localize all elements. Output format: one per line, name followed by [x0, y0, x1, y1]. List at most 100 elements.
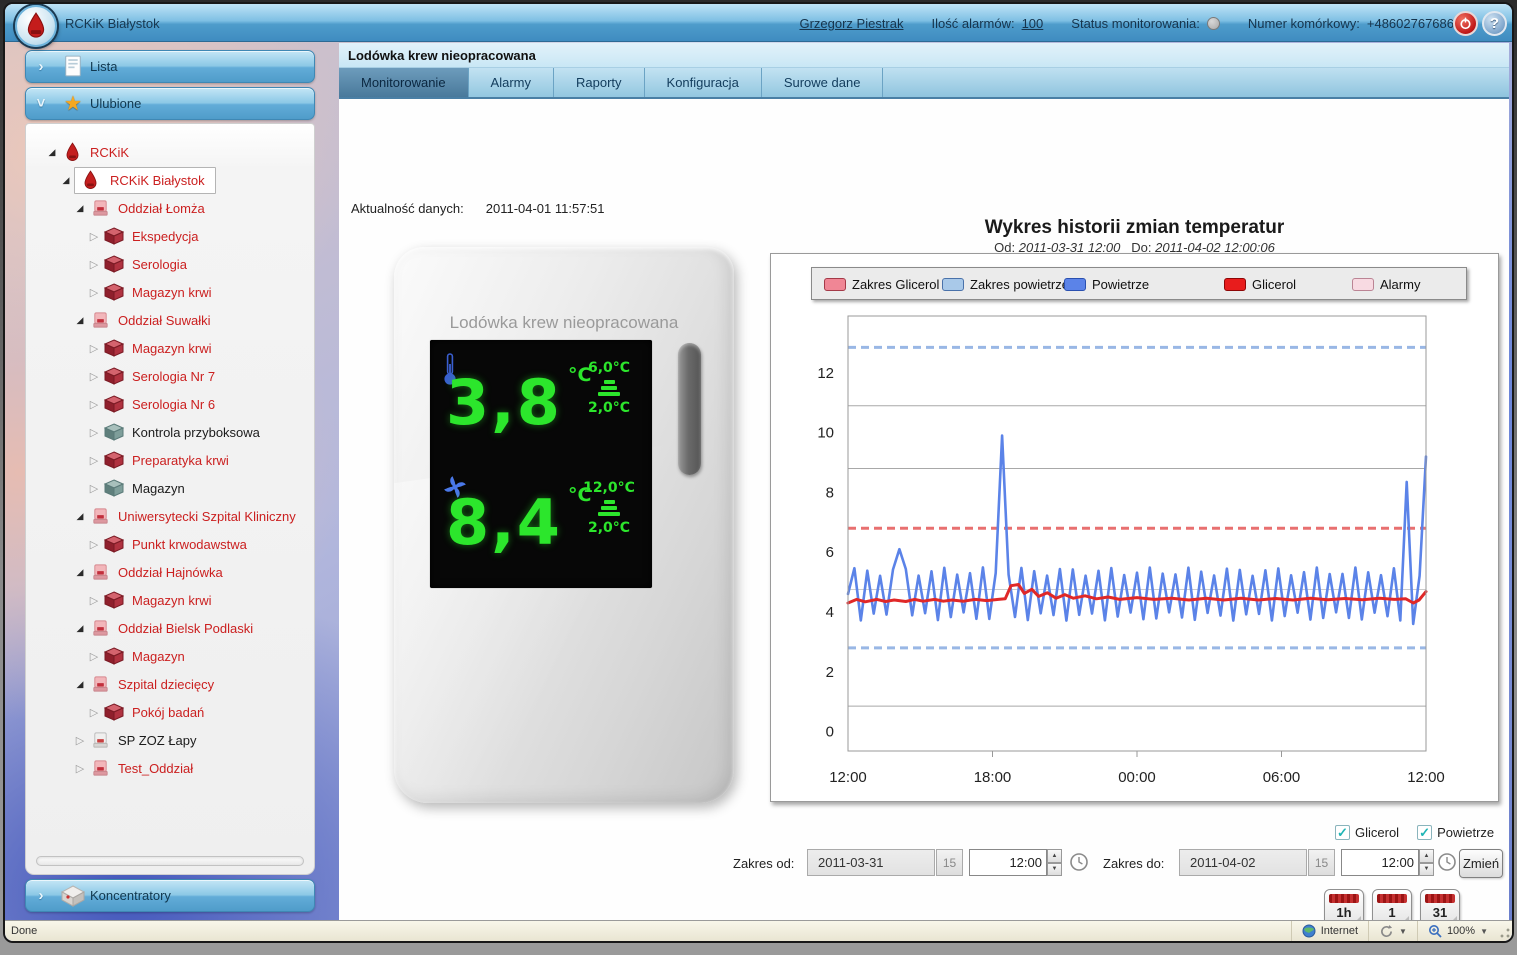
glicerol-checkbox[interactable]: ✓ Glicerol: [1335, 825, 1399, 840]
powietrze-checkbox[interactable]: ✓ Powietrze: [1417, 825, 1494, 840]
tab-alarmy[interactable]: Alarmy: [469, 68, 554, 97]
y-tick-label: 8: [826, 484, 834, 501]
collapse-icon[interactable]: ◢: [72, 679, 88, 690]
tree-item-uniwersytecki-szpital-kliniczny[interactable]: ◢Uniwersytecki Szpital Kliniczny: [26, 502, 314, 530]
tab-surowe-dane[interactable]: Surowe dane: [762, 68, 884, 97]
legend-swatch: [1224, 278, 1246, 291]
tree-item-serologia-nr-7[interactable]: ▷Serologia Nr 7: [26, 362, 314, 390]
refresh-icon: [1379, 925, 1394, 938]
tree-item-serologia-nr-6[interactable]: ▷Serologia Nr 6: [26, 390, 314, 418]
sidebar-section-koncentratory[interactable]: › Koncentratory: [25, 879, 315, 912]
tab-raporty[interactable]: Raporty: [554, 68, 645, 97]
tree-item-magazyn-krwi[interactable]: ▷Magazyn krwi: [26, 334, 314, 362]
collapse-icon[interactable]: ◢: [72, 623, 88, 634]
tree-item-magazyn-krwi[interactable]: ▷Magazyn krwi: [26, 278, 314, 306]
from-calendar-button[interactable]: 15: [936, 849, 963, 876]
tree-item-szpital-dziecięcy[interactable]: ◢Szpital dziecięcy: [26, 670, 314, 698]
tree-item-label: Kontrola przyboksowa: [132, 425, 260, 440]
collapse-icon[interactable]: ◢: [72, 315, 88, 326]
sidebar-section-label: Koncentratory: [90, 888, 171, 903]
expand-icon[interactable]: ▷: [86, 454, 102, 467]
from-date-input[interactable]: [807, 849, 935, 876]
collapse-icon[interactable]: ◢: [72, 511, 88, 522]
x-tick-label: 06:00: [1263, 769, 1301, 786]
caret-down-icon: ▼: [1480, 927, 1488, 936]
spin-up-icon[interactable]: ▲: [1047, 849, 1062, 863]
box-icon: [102, 367, 126, 385]
resize-grip[interactable]: [1498, 921, 1512, 941]
statusbar-mode-button[interactable]: ▼: [1368, 921, 1417, 941]
tree-item-oddział-hajnówka[interactable]: ◢Oddział Hajnówka: [26, 558, 314, 586]
range-bars-icon: [597, 500, 621, 516]
expand-icon[interactable]: ▷: [86, 370, 102, 383]
spin-down-icon[interactable]: ▼: [1419, 863, 1434, 877]
sidebar-section-lista[interactable]: › Lista: [25, 50, 315, 83]
expand-icon[interactable]: ▷: [86, 650, 102, 663]
expand-icon[interactable]: ▷: [86, 230, 102, 243]
tree-item-label: Serologia: [132, 257, 187, 272]
tab-konfiguracja[interactable]: Konfiguracja: [645, 68, 762, 97]
to-date-input[interactable]: [1179, 849, 1307, 876]
box-icon: [102, 339, 126, 357]
tree-item-oddział-łomża[interactable]: ◢ Oddział Łomża: [26, 194, 314, 222]
tree-item-punkt-krwodawstwa[interactable]: ▷Punkt krwodawstwa: [26, 530, 314, 558]
from-time-spinner[interactable]: ▲▼: [1047, 849, 1062, 876]
collapse-icon[interactable]: ◢: [72, 203, 88, 214]
tree-item-magazyn-krwi[interactable]: ▷Magazyn krwi: [26, 586, 314, 614]
tree-item-oddział-suwałki[interactable]: ◢Oddział Suwałki: [26, 306, 314, 334]
alarms-count-link[interactable]: 100: [1022, 16, 1044, 31]
tree-item-ekspedycja[interactable]: ▷Ekspedycja: [26, 222, 314, 250]
tree-item-preparatyka-krwi[interactable]: ▷Preparatyka krwi: [26, 446, 314, 474]
logout-icon[interactable]: [1453, 11, 1478, 36]
sidebar-section-ulubione[interactable]: ˅ ★ Ulubione: [25, 87, 315, 120]
tree-item-magazyn[interactable]: ▷Magazyn: [26, 642, 314, 670]
spin-down-icon[interactable]: ▼: [1047, 863, 1062, 877]
collapse-icon[interactable]: ◢: [72, 567, 88, 578]
tree-item-sp-zoz-łapy[interactable]: ▷SP ZOZ Łapy: [26, 726, 314, 754]
expand-icon[interactable]: ▷: [86, 482, 102, 495]
help-icon[interactable]: ?: [1482, 11, 1507, 36]
expand-icon[interactable]: ▷: [86, 538, 102, 551]
expand-icon[interactable]: ▷: [86, 342, 102, 355]
tree-item-rckik-białystok[interactable]: ◢RCKiK Białystok: [26, 166, 314, 194]
list-document-icon: [56, 54, 90, 79]
tree-item-serologia[interactable]: ▷ Serologia: [26, 250, 314, 278]
to-clock-icon[interactable]: [1437, 852, 1457, 875]
expand-icon[interactable]: ▷: [86, 398, 102, 411]
from-time-input[interactable]: [969, 849, 1047, 876]
tree-item-label: Oddział Łomża: [118, 201, 205, 216]
tab-monitorowanie[interactable]: Monitorowanie: [339, 68, 469, 97]
expand-icon[interactable]: ▷: [86, 286, 102, 299]
blood-drop-icon: [24, 12, 48, 40]
expand-icon[interactable]: ▷: [86, 594, 102, 607]
statusbar-zoom-button[interactable]: 100% ▼: [1417, 921, 1498, 941]
tree-item-test-oddział[interactable]: ▷Test_Oddział: [26, 754, 314, 782]
topbar: RCKiK Białystok Grzegorz Piestrak Ilość …: [5, 4, 1512, 42]
spin-up-icon[interactable]: ▲: [1419, 849, 1434, 863]
expand-icon[interactable]: ▷: [72, 734, 88, 747]
user-link[interactable]: Grzegorz Piestrak: [799, 16, 903, 31]
app-window: RCKiK Białystok Grzegorz Piestrak Ilość …: [3, 2, 1514, 943]
air-temperature: 8,4: [446, 492, 562, 554]
star-icon: ★: [56, 91, 90, 116]
tree-item-pokój-badań[interactable]: ▷Pokój badań: [26, 698, 314, 726]
tree-item-rckik[interactable]: ◢RCKiK: [26, 138, 314, 166]
change-range-button[interactable]: Zmień: [1459, 849, 1503, 878]
collapse-icon[interactable]: ◢: [58, 175, 74, 186]
range-from-field-label: Zakres od:: [733, 856, 794, 871]
to-time-spinner[interactable]: ▲▼: [1419, 849, 1434, 876]
air-max: 12,0°C: [583, 480, 635, 496]
tree-item-magazyn[interactable]: ▷Magazyn: [26, 474, 314, 502]
collapse-icon[interactable]: ◢: [44, 147, 60, 158]
tree-item-oddział-bielsk-podlaski[interactable]: ◢Oddział Bielsk Podlaski: [26, 614, 314, 642]
glicerol-checkbox-label: Glicerol: [1355, 825, 1399, 840]
expand-icon[interactable]: ▷: [86, 426, 102, 439]
expand-icon[interactable]: ▷: [72, 762, 88, 775]
from-clock-icon[interactable]: [1069, 852, 1089, 875]
to-time-input[interactable]: [1341, 849, 1419, 876]
expand-icon[interactable]: ▷: [86, 706, 102, 719]
expand-icon[interactable]: ▷: [86, 258, 102, 271]
to-calendar-button[interactable]: 15: [1308, 849, 1335, 876]
tree-item-kontrola-przyboksowa[interactable]: ▷ Kontrola przyboksowa: [26, 418, 314, 446]
horizontal-scrollbar[interactable]: [36, 856, 304, 866]
